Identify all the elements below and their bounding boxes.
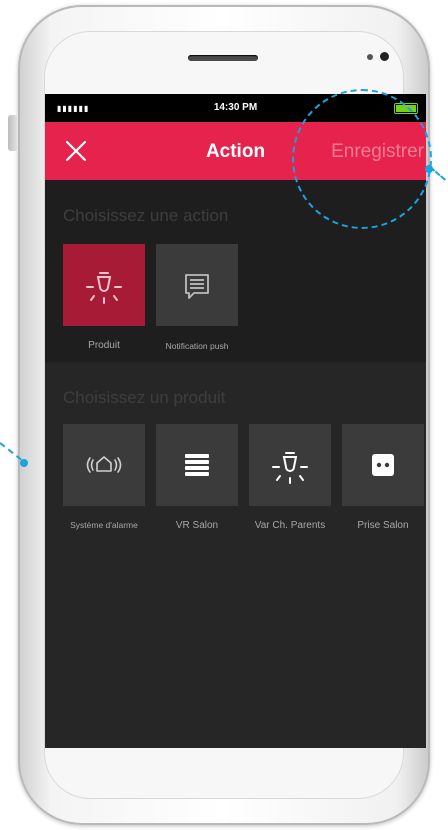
product-tile-prise-salon[interactable] <box>342 424 424 506</box>
action-label-produit: Produit <box>88 340 120 351</box>
power-outlet-icon <box>372 454 394 476</box>
product-label-prise-salon: Prise Salon <box>357 520 409 531</box>
annotation-dot-left <box>20 459 28 467</box>
product-label-var-ch-parents: Var Ch. Parents <box>254 520 326 531</box>
product-tile-var-ch-parents[interactable] <box>249 424 331 506</box>
action-section-title: Choisissez une action <box>63 206 229 225</box>
phone-sensor <box>367 54 373 60</box>
phone-speaker <box>188 55 258 61</box>
action-label-notification-push: Notification push <box>165 341 229 351</box>
action-tile-produit[interactable] <box>63 244 145 326</box>
light-bulb-icon <box>272 452 308 484</box>
alarm-home-icon <box>86 456 122 473</box>
phone-side-button <box>8 115 18 151</box>
roller-shutter-icon <box>185 454 209 476</box>
product-section-title: Choisissez un produit <box>63 388 226 407</box>
product-tile-alarme[interactable] <box>63 424 145 506</box>
phone-camera <box>380 52 389 61</box>
product-label-alarme: Système d'alarme <box>70 520 138 530</box>
annotation-line-right <box>429 166 446 181</box>
product-section: Choisissez un produit Système d'alarme V… <box>45 362 426 748</box>
product-label-vr-salon: VR Salon <box>175 520 219 531</box>
product-tile-vr-salon[interactable] <box>156 424 238 506</box>
action-tile-notification-push[interactable] <box>156 244 238 326</box>
light-bulb-icon <box>86 272 122 304</box>
message-icon <box>185 274 209 299</box>
annotation-highlight-circle <box>292 89 432 229</box>
